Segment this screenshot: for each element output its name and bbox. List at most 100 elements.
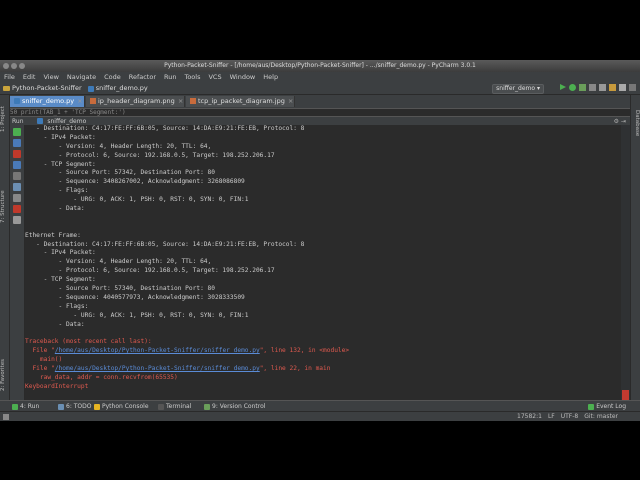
run-config-tab[interactable]: sniffer_demo <box>47 118 86 125</box>
structure-tool-button[interactable]: 7: Structure <box>0 183 9 231</box>
editor-partial-line: 50 print(TAB_1 + 'TCP Segment:') <box>10 109 630 116</box>
breadcrumb-file[interactable]: sniffer_demo.py <box>85 83 151 94</box>
python-file-icon <box>87 85 94 92</box>
caret-position[interactable]: 17582:1 <box>517 412 542 421</box>
console-line: - Protocol: 6, Source: 192.168.0.5, Targ… <box>25 151 275 159</box>
close-icon[interactable]: × <box>288 97 293 105</box>
console-line: - IPv4 Packet: <box>25 133 96 141</box>
rerun-icon[interactable] <box>13 128 21 136</box>
close-icon[interactable]: × <box>178 97 183 105</box>
right-tool-strip: Database <box>630 95 640 400</box>
debug-icon[interactable] <box>569 84 576 91</box>
menu-tools[interactable]: Tools <box>180 72 204 83</box>
console-line: - Sequence: 3408267002, Acknowledgment: … <box>25 178 245 186</box>
run-icon[interactable] <box>560 84 566 90</box>
console-line: - Data: <box>25 320 85 328</box>
console-error-line: File "/home/aus/Desktop/Python-Packet-Sn… <box>25 347 350 355</box>
version-control-icon <box>204 403 210 410</box>
console-line: - IPv4 Packet: <box>25 249 96 257</box>
traceback-file-link[interactable]: /home/aus/Desktop/Python-Packet-Sniffer/… <box>55 347 260 354</box>
menu-file[interactable]: File <box>0 72 19 83</box>
image-file-icon <box>190 98 196 104</box>
menu-refactor[interactable]: Refactor <box>125 72 160 83</box>
menu-code[interactable]: Code <box>100 72 125 83</box>
image-file-icon <box>90 98 96 104</box>
run-console-output[interactable]: - Destination: C4:17:FE:FF:6B:05, Source… <box>25 125 621 400</box>
todo-icon <box>58 403 64 410</box>
console-line: Ethernet Frame: <box>25 231 81 239</box>
console-line: - Source Port: 57340, Destination Port: … <box>25 285 215 293</box>
coverage-icon[interactable] <box>579 84 586 91</box>
close-icon[interactable] <box>13 205 21 213</box>
menu-edit[interactable]: Edit <box>19 72 40 83</box>
search-icon[interactable] <box>629 84 636 91</box>
help-icon[interactable] <box>619 84 626 91</box>
console-line: - Protocol: 6, Source: 192.168.0.5, Targ… <box>25 267 275 275</box>
console-line: - Version: 4, Header Length: 20, TTL: 64… <box>25 142 212 150</box>
tab-sniffer-demo[interactable]: sniffer_demo.py × <box>10 96 85 107</box>
console-line: - Source Port: 57342, Destination Port: … <box>25 169 215 177</box>
event-log-icon <box>588 403 595 410</box>
status-right: 17582:1 LF UTF-8 Git: master <box>517 412 618 421</box>
menu-bar: File Edit View Navigate Code Refactor Ru… <box>0 72 640 83</box>
console-line: - TCP Segment: <box>25 276 96 284</box>
console-line: - Flags: <box>25 302 89 310</box>
console-line: - URG: 0, ACK: 1, PSH: 0, RST: 0, SYN: 0… <box>25 196 249 204</box>
editor-tabs: sniffer_demo.py × ip_header_diagram.png × … <box>0 95 640 109</box>
close-icon[interactable]: × <box>77 97 82 105</box>
run-icon <box>12 403 18 410</box>
left-tool-strip: 1: Project 7: Structure 2: Favorites <box>0 95 10 400</box>
console-error-line: KeyboardInterrupt <box>25 382 89 390</box>
menu-window[interactable]: Window <box>226 72 260 83</box>
window-controls[interactable] <box>3 63 25 69</box>
console-scrollbar[interactable] <box>621 125 630 400</box>
terminal-icon <box>158 403 164 410</box>
favorites-tool-button[interactable]: 2: Favorites <box>0 353 9 397</box>
python-file-icon <box>37 118 44 124</box>
build-icon[interactable] <box>589 84 596 91</box>
title-bar: Python-Packet-Sniffer - [/home/aus/Deskt… <box>0 60 640 72</box>
console-error-line: main() <box>25 356 63 364</box>
menu-view[interactable]: View <box>39 72 62 83</box>
breadcrumb-project[interactable]: Python-Packet-Sniffer <box>0 83 85 94</box>
scroll-down-icon[interactable] <box>13 161 21 169</box>
pin-icon[interactable] <box>13 216 21 224</box>
console-line: - Destination: C4:17:FE:FF:6B:05, Source… <box>25 240 305 248</box>
project-tool-button[interactable]: 1: Project <box>0 99 9 139</box>
console-error-line: raw_data, addr = conn.recvfrom(65535) <box>25 373 178 381</box>
file-encoding[interactable]: UTF-8 <box>561 412 579 421</box>
database-tool-button[interactable]: Database <box>631 103 640 143</box>
run-panel-label: Run <box>12 118 24 125</box>
line-separator[interactable]: LF <box>548 412 555 421</box>
navigation-bar: Python-Packet-Sniffer sniffer_demo.py sn… <box>0 83 640 95</box>
run-panel-toolbar <box>10 125 25 400</box>
scroll-up-icon[interactable] <box>13 139 21 147</box>
menu-help[interactable]: Help <box>259 72 282 83</box>
stop-icon[interactable] <box>13 150 21 158</box>
status-panel-icon[interactable] <box>3 414 9 420</box>
python-file-icon <box>14 98 20 104</box>
soft-wrap-icon[interactable] <box>13 183 21 191</box>
tab-tcp-ip-packet-diagram[interactable]: tcp_ip_packet_diagram.jpg × <box>186 96 295 107</box>
tab-ip-header-diagram[interactable]: ip_header_diagram.png × <box>86 96 185 107</box>
traceback-file-link[interactable]: /home/aus/Desktop/Python-Packet-Sniffer/… <box>55 365 260 372</box>
console-error-line: File "/home/aus/Desktop/Python-Packet-Sn… <box>25 365 331 373</box>
toolbar-icons <box>560 84 636 91</box>
run-config-dropdown[interactable]: sniffer_demo ▾ <box>492 84 544 94</box>
window-title: Python-Packet-Sniffer - [/home/aus/Deskt… <box>164 62 476 69</box>
console-line: - URG: 0, ACK: 1, PSH: 0, RST: 0, SYN: 0… <box>25 311 249 319</box>
settings-icon[interactable] <box>599 84 606 91</box>
vcs-branch[interactable]: Git: master <box>584 412 618 421</box>
python-console-icon <box>94 403 100 410</box>
sdk-icon[interactable] <box>609 84 616 91</box>
pause-icon[interactable] <box>13 172 21 180</box>
scrollbar-thumb[interactable] <box>622 390 629 400</box>
menu-navigate[interactable]: Navigate <box>63 72 100 83</box>
print-icon[interactable] <box>13 194 21 202</box>
menu-run[interactable]: Run <box>160 72 180 83</box>
console-line: - Data: <box>25 205 85 213</box>
menu-vcs[interactable]: VCS <box>204 72 225 83</box>
